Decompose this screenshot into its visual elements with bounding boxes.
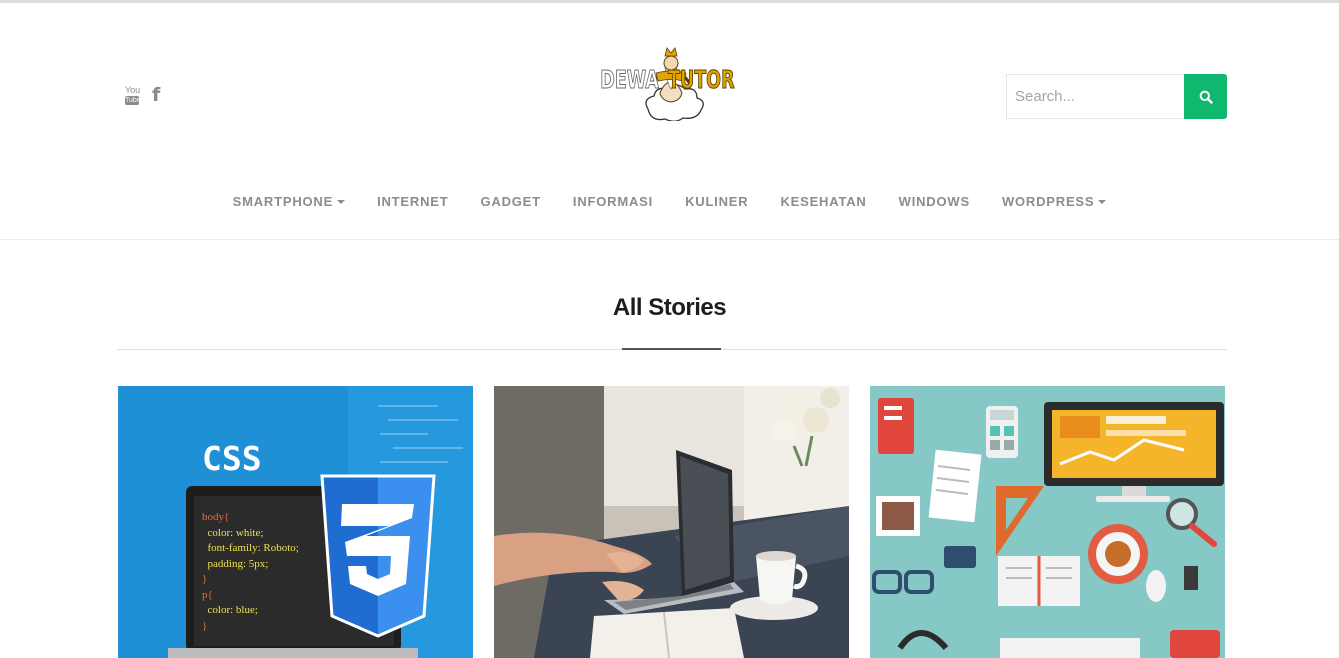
- youtube-icon-tube: Tube: [125, 96, 141, 105]
- search-input[interactable]: [1006, 74, 1184, 119]
- nav-item-kuliner[interactable]: KULINER: [669, 194, 764, 210]
- search-form: [1006, 74, 1227, 119]
- code-line: color: white;: [202, 526, 264, 539]
- story-card-css[interactable]: CSS body{ color: white; font-family: Rob…: [118, 386, 473, 658]
- code-line: font-family: Roboto;: [202, 542, 299, 554]
- facebook-icon[interactable]: f: [152, 86, 160, 105]
- section-title-underline: [622, 348, 721, 350]
- story-card-laptop[interactable]: [494, 386, 849, 658]
- nav-label: KULINER: [685, 194, 749, 209]
- youtube-icon-text: You: [125, 85, 141, 95]
- css-badge-text: CSS: [202, 439, 262, 478]
- code-line: p{: [202, 588, 213, 601]
- site-logo[interactable]: DEWA TUTOR: [596, 43, 748, 122]
- caret-down-icon: [337, 200, 346, 204]
- code-line: }: [202, 573, 208, 585]
- logo-word-left: DEWA: [600, 65, 659, 95]
- caret-down-icon: [1098, 200, 1107, 204]
- top-border: [0, 0, 1339, 3]
- story-image-workspace: [870, 386, 1225, 658]
- nav-label: INFORMASI: [572, 194, 654, 209]
- nav-label: SMARTPHONE: [232, 194, 334, 209]
- nav-item-internet[interactable]: INTERNET: [361, 194, 464, 210]
- code-line: }: [202, 619, 208, 632]
- search-icon: [1199, 90, 1213, 104]
- social-links: You Tube f: [125, 86, 160, 105]
- code-snippet: body{ color: white; font-family: Roboto;…: [202, 510, 299, 634]
- nav-label: KESEHATAN: [780, 194, 867, 209]
- nav-label: WORDPRESS: [1001, 194, 1095, 209]
- nav-item-gadget[interactable]: GADGET: [464, 194, 556, 210]
- nav-label: GADGET: [480, 194, 541, 209]
- section-title: All Stories: [612, 294, 727, 321]
- nav-item-smartphone[interactable]: SMARTPHONE: [217, 194, 361, 210]
- search-button[interactable]: [1184, 74, 1227, 119]
- youtube-icon[interactable]: You Tube: [125, 85, 141, 105]
- nav-item-windows[interactable]: WINDOWS: [883, 194, 986, 210]
- main-nav: SMARTPHONE INTERNET GADGET INFORMASI KUL…: [0, 194, 1339, 210]
- nav-item-wordpress[interactable]: WORDPRESS: [986, 194, 1122, 210]
- code-line: color: blue;: [202, 604, 258, 616]
- story-image-laptop: [494, 386, 849, 658]
- logo-word-right: TUTOR: [668, 65, 735, 95]
- nav-item-kesehatan[interactable]: KESEHATAN: [764, 194, 882, 210]
- nav-item-informasi[interactable]: INFORMASI: [557, 194, 669, 210]
- nav-divider: [0, 239, 1339, 240]
- nav-label: INTERNET: [377, 194, 449, 209]
- nav-label: WINDOWS: [898, 194, 970, 209]
- code-line: body{: [202, 511, 230, 523]
- story-card-workspace[interactable]: [870, 386, 1225, 658]
- code-line: padding: 5px;: [202, 557, 269, 570]
